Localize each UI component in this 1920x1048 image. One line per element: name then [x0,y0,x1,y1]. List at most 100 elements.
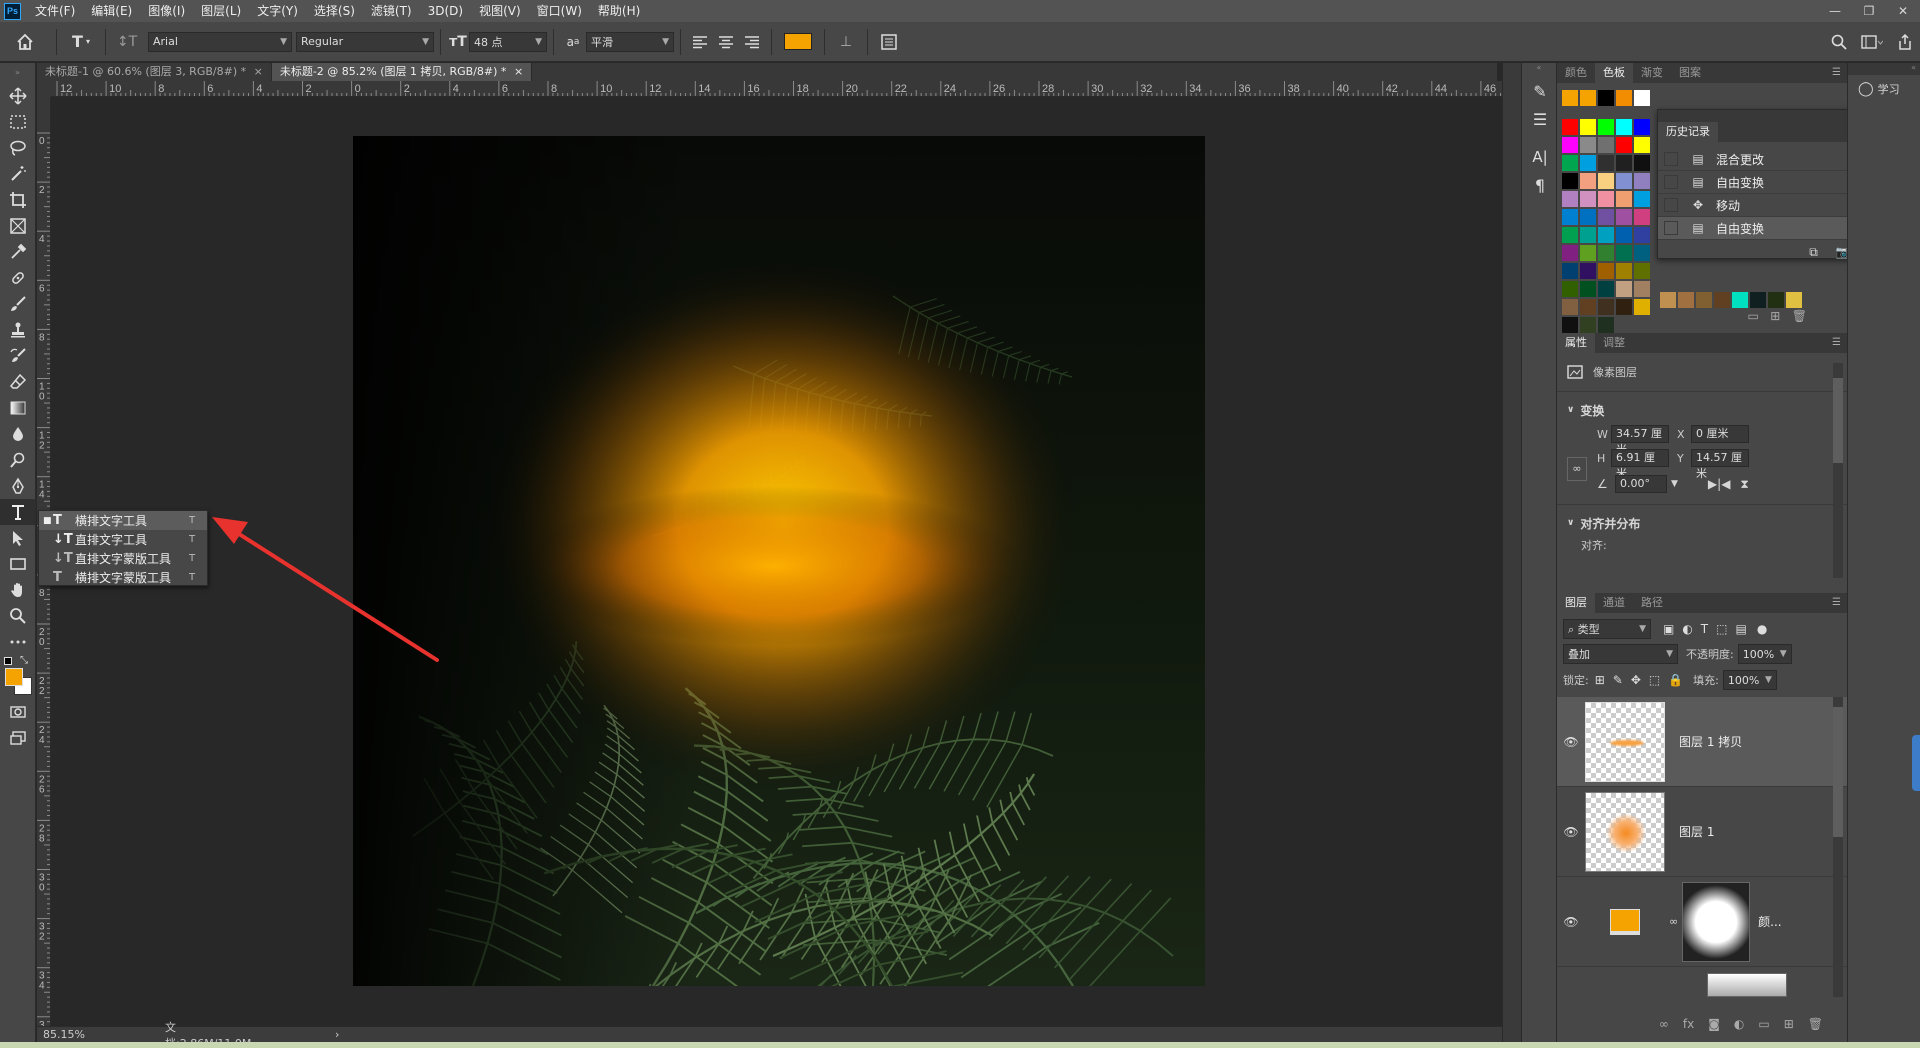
tab-document-1[interactable]: 未标题-1 @ 60.6% (图层 3, RGB/8#) * × [37,63,272,81]
marquee-tool[interactable] [0,109,36,135]
antialias-select[interactable]: 平滑 ▼ [586,31,674,52]
tab-gradient[interactable]: 渐变 [1633,63,1671,83]
swatch[interactable] [1598,281,1614,297]
quick-mask-button[interactable] [0,699,36,725]
panel-menu-icon[interactable]: ☰ [1832,67,1841,78]
tab-history[interactable]: 历史记录 [1658,122,1718,142]
swatch[interactable] [1562,90,1578,106]
rectangle-tool[interactable] [0,551,36,577]
swatch[interactable] [1580,119,1596,135]
swatch[interactable] [1714,292,1730,308]
swatch[interactable] [1634,191,1650,207]
swatch[interactable] [1580,137,1596,153]
height-field[interactable]: 6.91 厘米 [1611,449,1669,480]
tab-layers[interactable]: 图层 [1557,593,1595,613]
menu-window[interactable]: 窗口(W) [529,0,590,22]
group-folder-icon[interactable]: ▭ [1758,1017,1769,1031]
zoom-tool[interactable] [0,603,36,629]
new-document-from-state-icon[interactable]: ⧉ [1809,245,1818,260]
swatch[interactable] [1768,292,1784,308]
swatch[interactable] [1616,173,1632,189]
menu-help[interactable]: 帮助(H) [590,0,648,22]
swatch[interactable] [1634,155,1650,171]
swatch[interactable] [1580,155,1596,171]
fill-field[interactable]: 100% ▼ [1722,670,1777,690]
panel-menu-icon[interactable]: ☰ [1832,597,1841,608]
quick-select-tool[interactable] [0,161,36,187]
swatch[interactable] [1598,173,1614,189]
layer-row[interactable]: 👁 图层 1 [1557,787,1847,877]
flyout-vertical-type-mask[interactable]: ↓T 直排文字蒙版工具 T [39,549,207,568]
swatch[interactable] [1616,245,1632,261]
swatch[interactable] [1786,292,1802,308]
swatch[interactable] [1562,155,1578,171]
font-style-select[interactable]: Regular ▼ [296,31,434,52]
swatch[interactable] [1616,155,1632,171]
layer-name[interactable]: 图层 1 [1679,823,1714,840]
workspace-button[interactable] [1854,28,1890,56]
swatch[interactable] [1634,281,1650,297]
swatch[interactable] [1562,227,1578,243]
swatch[interactable] [1580,263,1596,279]
pen-tool[interactable] [0,473,36,499]
flyout-horizontal-type-mask[interactable]: T 横排文字蒙版工具 T [39,568,207,587]
type-tool[interactable] [0,499,36,525]
swatch[interactable] [1598,137,1614,153]
swatch[interactable] [1580,245,1596,261]
path-select-tool[interactable] [0,525,36,551]
swatch[interactable] [1598,191,1614,207]
lasso-tool[interactable] [0,135,36,161]
menu-image[interactable]: 图像(I) [140,0,193,22]
visibility-eye-icon[interactable]: 👁 [1557,825,1585,839]
trash-icon[interactable]: 🗑 [1792,309,1807,323]
swatch[interactable] [1616,227,1632,243]
swatch[interactable] [1580,299,1596,315]
transform-section-header[interactable]: ∨ 变换 [1567,398,1837,422]
stamp-tool[interactable] [0,317,36,343]
flyout-horizontal-type[interactable]: ■ T 横排文字工具 T [39,511,207,530]
swatch[interactable] [1580,209,1596,225]
menu-layer[interactable]: 图层(L) [193,0,249,22]
restore-button[interactable]: ❐ [1852,0,1886,22]
swatch[interactable] [1616,191,1632,207]
swatch[interactable] [1616,90,1632,106]
status-arrow-icon[interactable]: › [335,1028,339,1041]
sliders-icon[interactable]: ☰ [1522,105,1558,133]
brush-tool[interactable] [0,291,36,317]
canvas-scrollbar[interactable] [1502,63,1521,1042]
layer-filter-icons[interactable]: ▣◐T⬚▤ [1663,622,1755,636]
align-left-button[interactable] [687,28,713,56]
swatch[interactable] [1634,137,1650,153]
swatch[interactable] [1634,245,1650,261]
swatch[interactable] [1634,227,1650,243]
expand-icon[interactable]: « [1848,63,1920,75]
swatch[interactable] [1616,137,1632,153]
swatch[interactable] [1580,281,1596,297]
history-brush-tool[interactable] [0,343,36,369]
link-icon[interactable]: ∞ [1567,457,1587,481]
horizontal-ruler[interactable]: 12 10 8 6 4 2 0 2 4 6 8 10 12 14 16 18 20 22 24 26 28 30 32 34 3… [51,81,1502,97]
swatch[interactable] [1580,90,1596,106]
tab-properties[interactable]: 属性 [1557,333,1595,353]
tab-paths[interactable]: 路径 [1633,593,1671,613]
swatch[interactable] [1598,90,1614,106]
menu-select[interactable]: 选择(S) [306,0,363,22]
move-tool[interactable] [0,83,36,109]
chevron-down-icon[interactable]: ▼ [1671,479,1678,489]
swatch[interactable] [1634,173,1650,189]
layer-filter-select[interactable]: ⌕ 类型 ▼ [1563,619,1651,639]
gradient-tool[interactable] [0,395,36,421]
swatch[interactable] [1598,245,1614,261]
swatch[interactable] [1562,263,1578,279]
swatch[interactable] [1616,263,1632,279]
history-checkbox[interactable] [1664,221,1678,235]
flip-horizontal-icon[interactable]: ▶|◀ [1708,477,1731,491]
visibility-eye-icon[interactable]: 👁 [1557,735,1585,749]
swatch[interactable] [1580,191,1596,207]
new-layer-icon[interactable]: ⊞ [1784,1017,1794,1031]
panel-menu-icon[interactable]: ☰ [1832,337,1841,348]
character-panel-button[interactable] [874,28,904,56]
swatch[interactable] [1562,173,1578,189]
dodge-tool[interactable] [0,447,36,473]
tab-document-2[interactable]: 未标题-2 @ 85.2% (图层 1 拷贝, RGB/8#) * × [271,63,533,81]
